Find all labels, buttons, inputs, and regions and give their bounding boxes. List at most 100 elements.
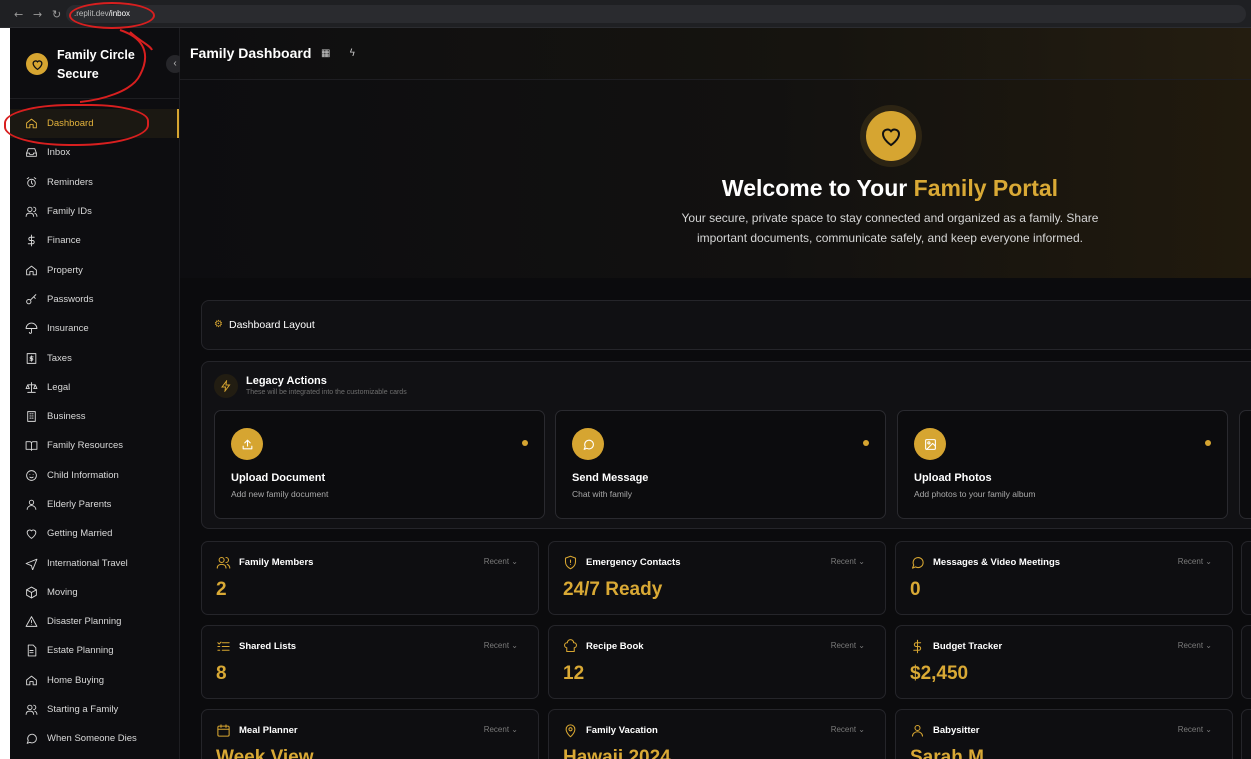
recent-dropdown[interactable]: Recent ⌄ — [484, 725, 518, 734]
sidebar-item-family-resources[interactable]: Family Resources — [10, 431, 180, 460]
sidebar-item-label: Inbox — [47, 147, 71, 159]
sidebar-item-reminders[interactable]: Reminders — [10, 168, 180, 197]
sidebar-item-finance[interactable]: Finance — [10, 226, 180, 255]
card-shared-lists[interactable]: Shared Lists Recent ⌄ 8 — [201, 625, 539, 699]
card-recipe-book[interactable]: Recipe Book Recent ⌄ 12 — [548, 625, 886, 699]
recent-dropdown[interactable]: Recent ⌄ — [1178, 557, 1212, 566]
card-value: 24/7 Ready — [563, 579, 663, 600]
sidebar-item-label: When Someone Dies — [47, 733, 137, 745]
scale-icon — [25, 381, 47, 394]
users-icon — [25, 703, 47, 716]
sidebar-item-label: Legal — [47, 381, 71, 393]
sidebar-item-family-ids[interactable]: Family IDs — [10, 197, 180, 226]
sidebar-item-legal[interactable]: Legal — [10, 373, 180, 402]
card-partial[interactable] — [1241, 625, 1251, 699]
sidebar-item-passwords[interactable]: Passwords — [10, 285, 180, 314]
action-card-partial[interactable] — [1239, 410, 1251, 519]
sidebar-item-international-travel[interactable]: International Travel — [10, 548, 180, 577]
url-path: /inbox — [108, 9, 131, 18]
upload-icon — [231, 428, 263, 460]
dashboard-layout-bar[interactable]: ⚙ Dashboard Layout — [201, 300, 1251, 350]
hero-title-white: Welcome to Your — [721, 175, 914, 201]
sidebar-item-label: Starting a Family — [47, 704, 119, 716]
users-icon — [216, 555, 231, 570]
sidebar-item-label: Getting Married — [47, 528, 113, 540]
chevron-down-icon: ⌄ — [511, 725, 518, 734]
chevron-down-icon: ⌄ — [1205, 725, 1212, 734]
recent-dropdown[interactable]: Recent ⌄ — [484, 641, 518, 650]
chevron-down-icon: ⌄ — [858, 725, 865, 734]
sidebar-item-home-buying[interactable]: Home Buying — [10, 666, 180, 695]
receipt-icon — [25, 352, 47, 365]
sidebar-item-child-information[interactable]: Child Information — [10, 461, 180, 490]
reload-icon[interactable]: ↻ — [52, 8, 61, 21]
sidebar-item-insurance[interactable]: Insurance — [10, 314, 180, 343]
card-title: Babysitter — [933, 725, 980, 736]
lightning-icon — [214, 374, 238, 398]
recent-label: Recent — [483, 725, 510, 734]
card-emergency-contacts[interactable]: Emergency Contacts Recent ⌄ 24/7 Ready — [548, 541, 886, 615]
lightning-icon[interactable]: ϟ — [349, 48, 356, 59]
card-budget-tracker[interactable]: Budget Tracker Recent ⌄ $2,450 — [895, 625, 1233, 699]
sidebar-item-elderly-parents[interactable]: Elderly Parents — [10, 490, 180, 519]
status-dot — [863, 440, 869, 446]
recent-dropdown[interactable]: Recent ⌄ — [831, 557, 865, 566]
card-value: Sarah M. — [910, 747, 990, 759]
chevron-down-icon: ⌄ — [511, 557, 518, 566]
card-family-vacation[interactable]: Family Vacation Recent ⌄ Hawaii 2024 — [548, 709, 886, 759]
address-bar[interactable]: .replit.dev/inbox — [66, 5, 1246, 23]
sidebar-item-inbox[interactable]: Inbox — [10, 138, 180, 167]
sidebar-item-label: Business — [47, 411, 86, 423]
top-bar: Family Dashboard ▦ ϟ — [180, 28, 1251, 80]
recent-dropdown[interactable]: Recent ⌄ — [831, 641, 865, 650]
recent-label: Recent — [830, 641, 857, 650]
recent-dropdown[interactable]: Recent ⌄ — [484, 557, 518, 566]
legacy-actions-title: Legacy Actions — [246, 375, 327, 387]
action-card-upload-photos[interactable]: Upload Photos Add photos to your family a… — [897, 410, 1228, 519]
sidebar-item-label: Home Buying — [47, 674, 105, 686]
card-partial[interactable] — [1241, 709, 1251, 759]
box-icon — [25, 586, 47, 599]
sidebar-item-getting-married[interactable]: Getting Married — [10, 519, 180, 548]
user-icon — [25, 498, 47, 511]
forward-icon[interactable]: → — [33, 8, 42, 21]
chevron-down-icon: ⌄ — [858, 557, 865, 566]
status-dot — [522, 440, 528, 446]
card-partial[interactable] — [1241, 541, 1251, 615]
recent-label: Recent — [830, 557, 857, 566]
chevron-down-icon: ⌄ — [1205, 641, 1212, 650]
card-value: 2 — [216, 579, 227, 600]
card-value: 12 — [563, 663, 585, 684]
sidebar-menu: Dashboard Inbox Reminders Family IDs Finance… — [10, 109, 180, 754]
sidebar-item-when-someone-dies[interactable]: When Someone Dies — [10, 724, 180, 753]
recent-label: Recent — [483, 641, 510, 650]
sidebar-item-disaster-planning[interactable]: Disaster Planning — [10, 607, 180, 636]
sidebar-item-estate-planning[interactable]: Estate Planning — [10, 636, 180, 665]
action-card-upload-document[interactable]: Upload Document Add new family document — [214, 410, 545, 519]
back-icon[interactable]: ← — [14, 8, 23, 21]
sidebar-item-starting-a-family[interactable]: Starting a Family — [10, 695, 180, 724]
sidebar-item-label: Passwords — [47, 293, 94, 305]
sidebar-item-label: Finance — [47, 235, 81, 247]
action-card-send-message[interactable]: Send Message Chat with family — [555, 410, 886, 519]
card-messages-video-meetings[interactable]: Messages & Video Meetings Recent ⌄ 0 — [895, 541, 1233, 615]
card-meal-planner[interactable]: Meal Planner Recent ⌄ Week View — [201, 709, 539, 759]
sidebar-item-business[interactable]: Business — [10, 402, 180, 431]
window-edge — [0, 28, 10, 759]
card-value: Week View — [216, 747, 314, 759]
card-family-members[interactable]: Family Members Recent ⌄ 2 — [201, 541, 539, 615]
sidebar-item-dashboard[interactable]: Dashboard — [10, 109, 180, 139]
card-babysitter[interactable]: Babysitter Recent ⌄ Sarah M. — [895, 709, 1233, 759]
card-title: Recipe Book — [586, 641, 644, 652]
welcome-hero: Welcome to Your Family Portal Your secur… — [180, 80, 1251, 278]
sidebar-item-taxes[interactable]: Taxes — [10, 343, 180, 372]
sidebar-item-label: Moving — [47, 586, 78, 598]
dollar-icon — [25, 234, 47, 247]
grid-icon[interactable]: ▦ — [321, 48, 330, 59]
recent-dropdown[interactable]: Recent ⌄ — [1178, 725, 1212, 734]
recent-dropdown[interactable]: Recent ⌄ — [1178, 641, 1212, 650]
recent-dropdown[interactable]: Recent ⌄ — [831, 725, 865, 734]
sidebar-item-property[interactable]: Property — [10, 255, 180, 284]
document-icon — [25, 644, 47, 657]
sidebar-item-moving[interactable]: Moving — [10, 578, 180, 607]
